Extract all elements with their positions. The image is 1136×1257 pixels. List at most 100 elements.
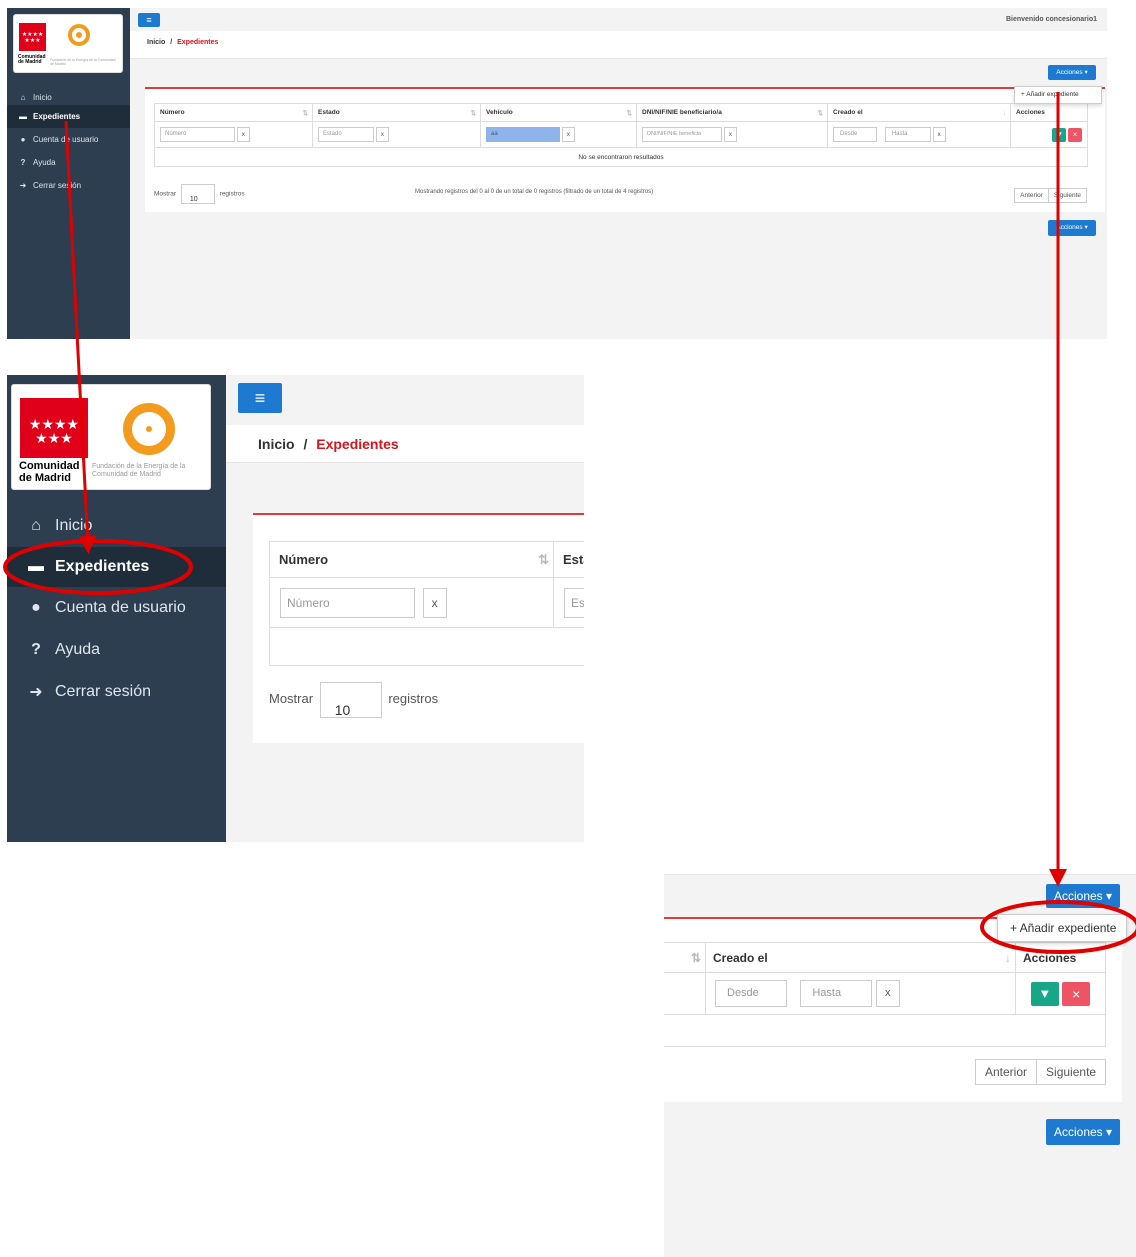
sidebar-item-expedientes[interactable]: ▬ Expedientes (7, 105, 130, 128)
sidebar-zoom-panel: ★★★★ ★★★ Comunidad de Madrid Fundación de… (7, 375, 584, 842)
sign-out-icon: ➜ (19, 180, 27, 190)
numero-filter-input[interactable]: Número (160, 127, 235, 142)
clear-fecha-button[interactable]: x (875, 980, 900, 1007)
clear-vehiculo-button[interactable]: x (561, 127, 575, 142)
estado-filter-input[interactable]: Estado (564, 587, 584, 618)
close-icon: × (1072, 129, 1078, 139)
foundation-logo-text: Fundación de la Energía de la Comunidad … (50, 58, 116, 67)
breadcrumb-separator: / (170, 39, 173, 46)
sidebar-item-label: Cuenta de usuario (55, 599, 186, 616)
sidebar-item-cuenta[interactable]: ● Cuenta de usuario (7, 128, 130, 150)
filter-button[interactable]: ▼ (1052, 127, 1067, 142)
user-icon: ● (31, 599, 41, 616)
sidebar-item-inicio[interactable]: ⌂ Inicio (7, 506, 226, 546)
sidebar-item-ayuda[interactable]: ? Ayuda (7, 630, 226, 670)
breadcrumb-home[interactable]: Inicio (258, 436, 295, 452)
column-header[interactable]: Vehículo ⇅ (480, 103, 637, 122)
home-icon: ⌂ (31, 517, 41, 534)
acciones-dropdown-menu: + Añadir expediente (997, 914, 1127, 942)
sidebar-item-label: Cuenta de usuario (33, 134, 99, 144)
add-expediente-menu-item[interactable]: + Añadir expediente (1010, 921, 1116, 935)
prev-page-button[interactable]: Anterior (1015, 189, 1048, 202)
reset-filters-button[interactable]: × (1062, 981, 1091, 1006)
filter-icon: ▼ (1055, 129, 1064, 139)
page-size-label: Mostrar 10 registros (269, 681, 438, 718)
menu-toggle-button[interactable]: ≡ (138, 13, 160, 27)
add-expediente-menu-item[interactable]: + Añadir expediente (1021, 91, 1079, 98)
prev-page-button[interactable]: Anterior (976, 1060, 1036, 1084)
clear-numero-button[interactable]: x (236, 127, 250, 142)
sort-icon: ⇅ (538, 551, 549, 567)
column-header[interactable]: Estado ⇅ (312, 103, 481, 122)
welcome-text: Bienvenido concesionario1 (1005, 16, 1097, 23)
sidebar-item-label: Cerrar sesión (55, 683, 152, 700)
clear-dni-button[interactable]: x (723, 127, 737, 142)
main-content: Acciones ▾ Número ⇅ Estado ⇅ Vehículo ⇅ DNI… (130, 59, 1107, 339)
sidebar-item-label: Ayuda (55, 641, 101, 658)
column-header[interactable]: Creado el ↓ (705, 942, 1016, 973)
clear-numero-button[interactable]: x (422, 587, 447, 618)
sort-icon: ⇅ (470, 109, 476, 117)
sidebar-item-ayuda[interactable]: ? Ayuda (7, 151, 130, 173)
numero-filter-input[interactable]: Número (280, 587, 415, 618)
column-header[interactable]: Número ⇅ (154, 103, 313, 122)
next-page-button[interactable]: Siguiente (1036, 1060, 1105, 1084)
column-header: Acciones (1015, 942, 1106, 973)
table-card: Número⇅ Estado Número x Estado Mostrar 1… (253, 513, 584, 743)
page-size-label: Mostrar 10 registros (154, 184, 245, 205)
sign-out-icon: ➜ (29, 684, 43, 701)
foundation-logo-icon (68, 24, 90, 46)
desde-filter-input[interactable]: Desde (715, 980, 787, 1007)
expedientes-table: Número⇅ Estado Número x Estado (269, 541, 584, 666)
column-header[interactable]: ⇅ (664, 942, 706, 973)
page-size-select[interactable]: 10 (319, 681, 382, 718)
empty-row (664, 1014, 1106, 1047)
sort-icon: ⇅ (690, 950, 701, 965)
full-screenshot-panel: ★★★★ ★★★ Comunidad de Madrid Fundación de… (7, 8, 1107, 339)
acciones-button-bottom[interactable]: Acciones ▾ (1048, 220, 1096, 236)
vehiculo-filter-input[interactable]: aa (486, 127, 560, 142)
sidebar-item-cuenta[interactable]: ● Cuenta de usuario (7, 588, 226, 628)
sort-icon: ⇅ (302, 109, 308, 117)
hasta-filter-input[interactable]: Hasta (884, 127, 931, 142)
next-page-button[interactable]: Siguiente (1047, 189, 1086, 202)
question-icon: ? (31, 641, 41, 658)
clear-fecha-button[interactable]: x (932, 127, 946, 142)
madrid-flag-icon: ★★★★ ★★★ (20, 398, 88, 458)
sidebar-item-label: Cerrar sesión (33, 180, 82, 190)
logo-zoomed: ★★★★ ★★★ Comunidad de Madrid Fundación de… (12, 385, 210, 489)
breadcrumb-home[interactable]: Inicio (147, 39, 165, 46)
reset-filters-button[interactable]: × (1068, 127, 1082, 142)
acciones-button-bottom[interactable]: Acciones ▾ (1046, 1119, 1120, 1145)
column-header[interactable]: Estado (553, 541, 584, 578)
clear-estado-button[interactable]: x (375, 127, 389, 142)
sort-icon: ↓ (1005, 950, 1011, 965)
acciones-button-top[interactable]: Acciones ▾ (1048, 65, 1096, 80)
column-header[interactable]: Creado el ↓ (827, 103, 1011, 122)
menu-toggle-button[interactable]: ≡ (238, 383, 282, 413)
sidebar-zoomed: ★★★★ ★★★ Comunidad de Madrid Fundación de… (7, 375, 226, 842)
madrid-logo-text: Comunidad de Madrid (18, 54, 46, 66)
dni-filter-input[interactable]: DNI/NIF/NIE beneficia (642, 127, 722, 142)
top-bar: ≡ (226, 375, 584, 425)
sort-icon: ⇅ (817, 109, 823, 117)
sort-icon: ⇅ (626, 109, 632, 117)
page-size-select[interactable]: 10 (180, 184, 215, 204)
column-header[interactable]: Número ⇅ (269, 541, 554, 578)
desde-filter-input[interactable]: Desde (833, 127, 877, 142)
estado-filter-input[interactable]: Estado (318, 127, 374, 142)
acciones-button-top[interactable]: Acciones ▾ (1046, 884, 1120, 908)
column-header[interactable]: DNI/NIF/NIE beneficiario/a ⇅ (636, 103, 828, 122)
acciones-dropdown-menu: + Añadir expediente (1014, 86, 1102, 104)
sort-icon: ↓ (1002, 109, 1006, 116)
empty-message: No se encontraron resultados (154, 147, 1088, 167)
filter-button[interactable]: ▼ (1030, 981, 1059, 1006)
sidebar-item-cerrar-sesion[interactable]: ➜ Cerrar sesión (7, 672, 226, 712)
actions-zoom-panel: Acciones ▾ ⇅ Creado el ↓ Acciones Desde H… (664, 842, 1136, 1257)
hasta-filter-input[interactable]: Hasta (800, 980, 873, 1007)
sidebar: ★★★★ ★★★ Comunidad de Madrid Fundación de… (7, 8, 130, 339)
breadcrumb: Inicio / Expedientes (226, 425, 584, 463)
sidebar-item-expedientes[interactable]: ▬ Expedientes (7, 547, 226, 587)
sidebar-item-cerrar-sesion[interactable]: ➜ Cerrar sesión (7, 174, 130, 196)
breadcrumb: Inicio / Expedientes (130, 31, 1107, 59)
